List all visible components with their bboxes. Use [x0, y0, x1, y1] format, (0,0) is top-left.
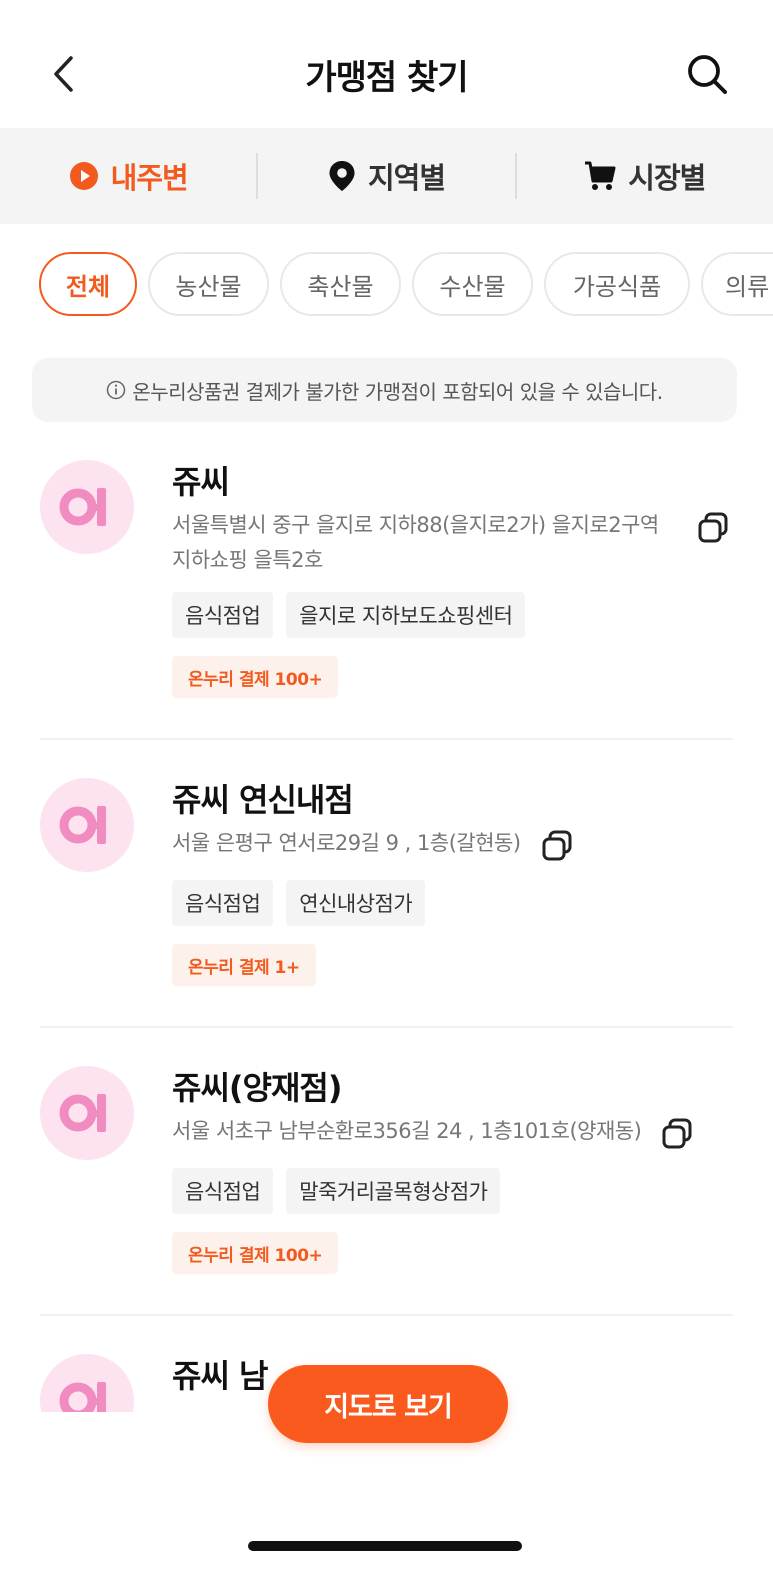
store-avatar — [40, 1354, 134, 1412]
store-avatar — [40, 460, 134, 554]
market-tag: 연신내상점가 — [286, 880, 426, 926]
search-icon — [688, 55, 727, 94]
tab-nearby[interactable]: 내주변 — [0, 128, 256, 224]
restaurant-category-icon — [59, 806, 106, 844]
view-map-button[interactable]: 지도로 보기 — [268, 1365, 508, 1443]
copy-address-button[interactable] — [693, 508, 733, 548]
tab-region[interactable]: 지역별 — [258, 128, 514, 224]
location-filter-tabs: 내주변 지역별 시장별 — [0, 128, 773, 224]
notice-text: 온누리상품권 결제가 불가한 가맹점이 포함되어 있을 수 있습니다. — [132, 379, 663, 404]
payment-count-badge: 온누리 결제 1+ — [172, 944, 316, 986]
store-item[interactable]: 쥬씨 연신내점 서울 은평구 연서로29길 9 , 1층(갈현동) 음식점업 연… — [40, 740, 733, 1028]
chip-all[interactable]: 전체 — [39, 252, 137, 316]
restaurant-category-icon — [59, 1382, 106, 1412]
tab-market[interactable]: 시장별 — [517, 128, 773, 224]
store-name: 쥬씨 연신내점 — [172, 781, 354, 819]
payment-notice: 온누리상품권 결제가 불가한 가맹점이 포함되어 있을 수 있습니다. — [32, 358, 737, 422]
store-name: 쥬씨 — [172, 463, 230, 501]
copy-icon — [542, 830, 572, 861]
market-tag: 말죽거리골목형상점가 — [286, 1168, 501, 1214]
market-tag: 을지로 지하보도쇼핑센터 — [286, 592, 526, 638]
restaurant-category-icon — [59, 488, 106, 526]
restaurant-category-icon — [59, 1094, 106, 1132]
search-button[interactable] — [681, 48, 733, 100]
chip-processed-food[interactable]: 가공식품 — [544, 252, 690, 316]
chip-seafood[interactable]: 수산물 — [412, 252, 533, 316]
app-header: 가맹점 찾기 — [0, 0, 773, 128]
store-name: 쥬씨(양재점) — [172, 1069, 342, 1107]
info-icon — [107, 380, 126, 400]
copy-icon — [662, 1118, 692, 1149]
store-address: 서울 은평구 연서로29길 9 , 1층(갈현동) — [172, 831, 521, 855]
copy-icon — [698, 512, 728, 543]
store-list: 쥬씨 서울특별시 중구 을지로 지하88(을지로2가) 을지로2구역지하쇼핑 을… — [0, 422, 773, 1412]
store-address: 서울 서초구 남부순환로356길 24 , 1층101호(양재동) — [172, 1119, 642, 1143]
chip-clothing[interactable]: 의류 — [701, 252, 773, 316]
store-tags: 음식점업 을지로 지하보도쇼핑센터 — [172, 592, 733, 638]
store-address: 서울특별시 중구 을지로 지하88(을지로2가) 을지로2구역지하쇼핑 을특2호 — [172, 513, 659, 572]
chip-agricultural[interactable]: 농산물 — [148, 252, 269, 316]
chip-livestock[interactable]: 축산물 — [280, 252, 401, 316]
page-title: 가맹점 찾기 — [305, 58, 468, 98]
map-pin-icon — [329, 161, 355, 191]
category-chips: 전체 농산물 축산물 수산물 가공식품 의류 — [39, 252, 773, 318]
cart-icon — [585, 161, 616, 190]
tab-region-label: 지역별 — [367, 161, 446, 195]
copy-address-button[interactable] — [537, 826, 577, 866]
play-circle-icon — [69, 162, 98, 190]
tab-nearby-label: 내주변 — [110, 161, 189, 195]
copy-address-button[interactable] — [657, 1114, 697, 1154]
store-item[interactable]: 쥬씨 서울특별시 중구 을지로 지하88(을지로2가) 을지로2구역지하쇼핑 을… — [40, 422, 733, 740]
store-avatar — [40, 1066, 134, 1160]
tab-market-label: 시장별 — [628, 161, 706, 195]
payment-count-badge: 온누리 결제 100+ — [172, 656, 339, 698]
business-type-tag: 음식점업 — [172, 880, 274, 926]
payment-count-badge: 온누리 결제 100+ — [172, 1232, 339, 1274]
store-item[interactable]: 쥬씨(양재점) 서울 서초구 남부순환로356길 24 , 1층101호(양재동… — [40, 1028, 733, 1316]
home-indicator — [248, 1541, 522, 1551]
business-type-tag: 음식점업 — [172, 1168, 274, 1214]
store-tags: 음식점업 연신내상점가 — [172, 880, 733, 926]
business-type-tag: 음식점업 — [172, 592, 274, 638]
store-tags: 음식점업 말죽거리골목형상점가 — [172, 1168, 733, 1214]
store-avatar — [40, 778, 134, 872]
